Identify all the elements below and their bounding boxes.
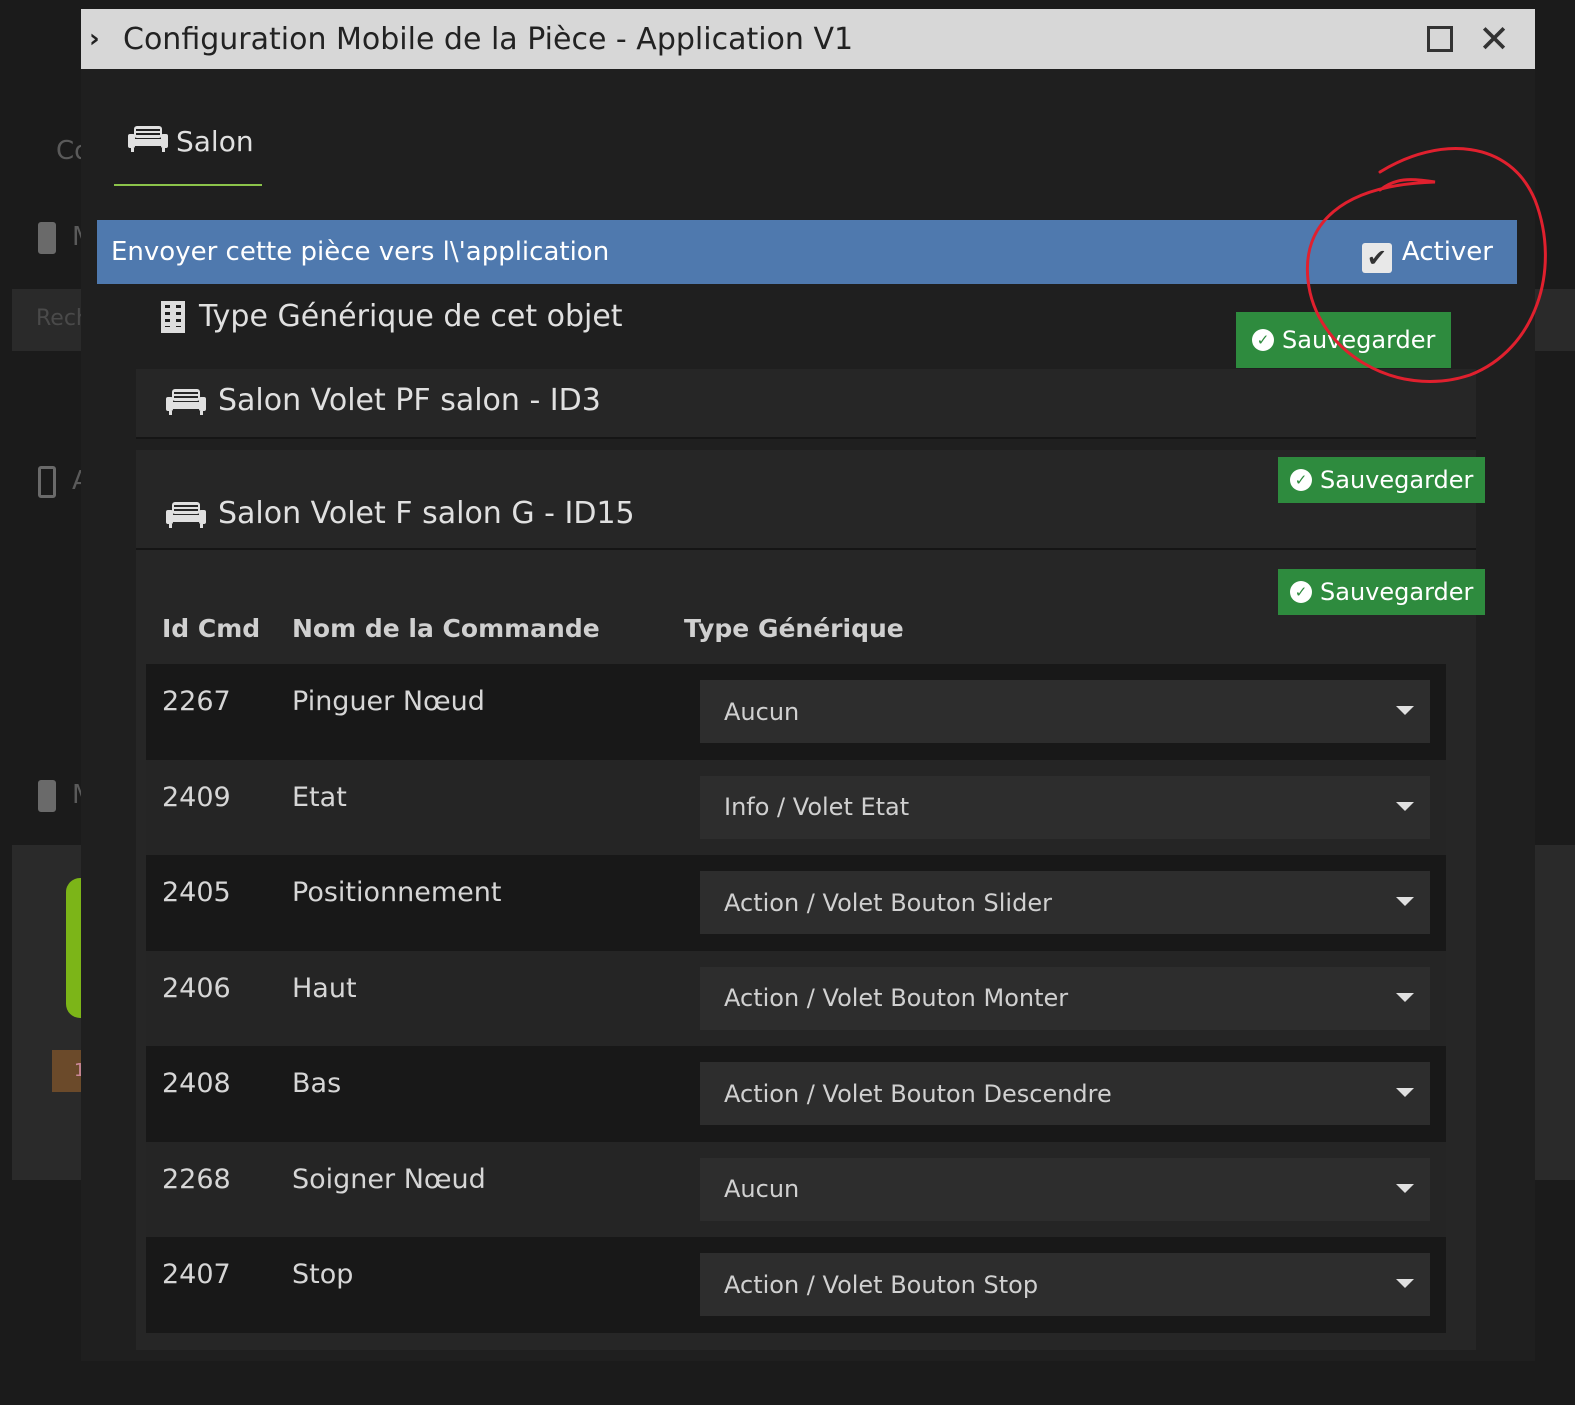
select-value: Action / Volet Bouton Monter: [724, 984, 1069, 1012]
header-name: Nom de la Commande: [292, 613, 600, 643]
maximize-button[interactable]: [1413, 9, 1467, 69]
generic-type-select[interactable]: Info / Volet Etat: [700, 775, 1430, 839]
generic-title-text: Type Générique de cet objet: [199, 299, 623, 334]
caret-down-icon: [1396, 897, 1414, 906]
save-label: Sauvegarder: [1320, 578, 1474, 606]
save-generic-button[interactable]: ✓ Sauvegarder: [1236, 312, 1452, 368]
activate-checkbox[interactable]: ✔: [1361, 243, 1392, 273]
generic-type-select[interactable]: Action / Volet Bouton Monter: [700, 966, 1430, 1030]
generic-type-select[interactable]: Action / Volet Bouton Stop: [700, 1253, 1430, 1316]
cmd-id: 2267: [162, 686, 231, 717]
table-header: Id Cmd Nom de la Commande Type Générique: [146, 592, 1446, 664]
bg-card-right: [1535, 845, 1575, 1180]
caret-down-icon: [1396, 1279, 1414, 1288]
table-row: 2267 Pinguer Nœud Aucun: [146, 664, 1446, 760]
cmd-name: Pinguer Nœud: [292, 686, 485, 717]
generic-type-select[interactable]: Action / Volet Bouton Slider: [700, 871, 1430, 934]
check-circle-icon: ✓: [1252, 329, 1274, 351]
table-row: 2408 Bas Action / Volet Bouton Descendre: [146, 1046, 1446, 1142]
bg-phone-icon: [38, 222, 56, 254]
bg-phone-outline-icon: [38, 466, 56, 498]
generic-type-select[interactable]: Action / Volet Bouton Descendre: [700, 1062, 1430, 1125]
caret-down-icon: [1396, 801, 1414, 811]
cmd-name: Bas: [292, 1068, 342, 1099]
cmd-id: 2409: [162, 781, 231, 813]
cmd-id: 2405: [162, 877, 231, 908]
maximize-icon: [1427, 26, 1453, 52]
save-label: Sauvegarder: [1320, 466, 1474, 494]
tab-salon[interactable]: Salon: [114, 124, 262, 186]
modal-title: Configuration Mobile de la Pièce - Appli…: [123, 21, 854, 57]
room-tabs: Salon: [81, 69, 1535, 209]
sofa-icon: [128, 124, 168, 152]
chevron-right-icon[interactable]: ›: [81, 24, 117, 54]
equipment-title-text: Salon Volet F salon G - ID15: [218, 496, 635, 531]
bg-phone-icon-2: [38, 780, 56, 812]
close-button[interactable]: ✕: [1467, 9, 1521, 69]
cmd-name: Etat: [292, 781, 347, 813]
cmd-name: Stop: [292, 1259, 354, 1290]
header-type: Type Générique: [684, 613, 904, 643]
modal-titlebar: › Configuration Mobile de la Pièce - App…: [81, 9, 1535, 69]
building-icon: [161, 300, 185, 333]
sofa-icon: [166, 500, 206, 528]
caret-down-icon: [1396, 1183, 1414, 1193]
table-row: 2405 Positionnement Action / Volet Bouto…: [146, 855, 1446, 951]
cmd-name: Haut: [292, 972, 357, 1004]
bg-orange-tile: 1: [52, 1050, 85, 1092]
select-value: Aucun: [724, 697, 800, 726]
cmd-id: 2408: [162, 1068, 231, 1099]
select-value: Info / Volet Etat: [724, 793, 910, 821]
sofa-icon: [166, 387, 206, 415]
config-modal: › Configuration Mobile de la Pièce - App…: [81, 9, 1535, 1361]
cmd-id: 2268: [162, 1163, 231, 1195]
table-row: 2406 Haut Action / Volet Bouton Monter: [146, 950, 1446, 1046]
bg-right-bar: [1535, 289, 1575, 351]
table-body: 2267 Pinguer Nœud Aucun 2409 Etat Info /…: [146, 664, 1446, 1333]
select-value: Aucun: [724, 1175, 800, 1203]
caret-down-icon: [1396, 706, 1414, 715]
select-value: Action / Volet Bouton Descendre: [724, 1079, 1112, 1108]
activate-toggle[interactable]: ✔ Activer: [1361, 231, 1493, 273]
caret-down-icon: [1396, 1088, 1414, 1097]
cmd-name: Soigner Nœud: [292, 1163, 486, 1195]
select-value: Action / Volet Bouton Stop: [724, 1270, 1039, 1299]
generic-section-title: Type Générique de cet objet: [161, 299, 623, 334]
command-table: Id Cmd Nom de la Commande Type Générique…: [146, 592, 1446, 1333]
table-row: 2409 Etat Info / Volet Etat: [146, 759, 1446, 855]
equipment-panel-id3: Salon Volet PF salon - ID3: [136, 369, 1476, 439]
cmd-id: 2406: [162, 972, 231, 1004]
select-value: Action / Volet Bouton Slider: [724, 888, 1052, 917]
equipment-title: Salon Volet F salon G - ID15: [166, 496, 635, 531]
cmd-name: Positionnement: [292, 877, 502, 908]
generic-type-select[interactable]: Aucun: [700, 1157, 1430, 1221]
close-icon: ✕: [1478, 17, 1510, 61]
activate-label: Activer: [1401, 237, 1493, 267]
divider: [136, 548, 1476, 550]
divider: [136, 437, 1476, 439]
table-row: 2407 Stop Action / Volet Bouton Stop: [146, 1237, 1446, 1333]
bg-green-tile: [66, 878, 82, 1018]
equipment-title: Salon Volet PF salon - ID3: [166, 383, 601, 418]
check-circle-icon: ✓: [1290, 581, 1312, 603]
save-label: Sauvegarder: [1282, 326, 1436, 354]
save-equipment-id15-button[interactable]: ✓ Sauvegarder: [1278, 569, 1486, 615]
header-id: Id Cmd: [162, 613, 261, 643]
tab-label: Salon: [176, 125, 254, 158]
save-equipment-id3-button[interactable]: ✓ Sauvegarder: [1278, 457, 1486, 503]
generic-type-select[interactable]: Aucun: [700, 680, 1430, 743]
table-row: 2268 Soigner Nœud Aucun: [146, 1141, 1446, 1237]
cmd-id: 2407: [162, 1259, 231, 1290]
send-room-label: Envoyer cette pièce vers l\'application: [111, 237, 610, 267]
caret-down-icon: [1396, 992, 1414, 1002]
equipment-title-text: Salon Volet PF salon - ID3: [218, 383, 601, 418]
check-circle-icon: ✓: [1290, 469, 1312, 491]
send-room-bar: Envoyer cette pièce vers l\'application …: [97, 220, 1517, 284]
